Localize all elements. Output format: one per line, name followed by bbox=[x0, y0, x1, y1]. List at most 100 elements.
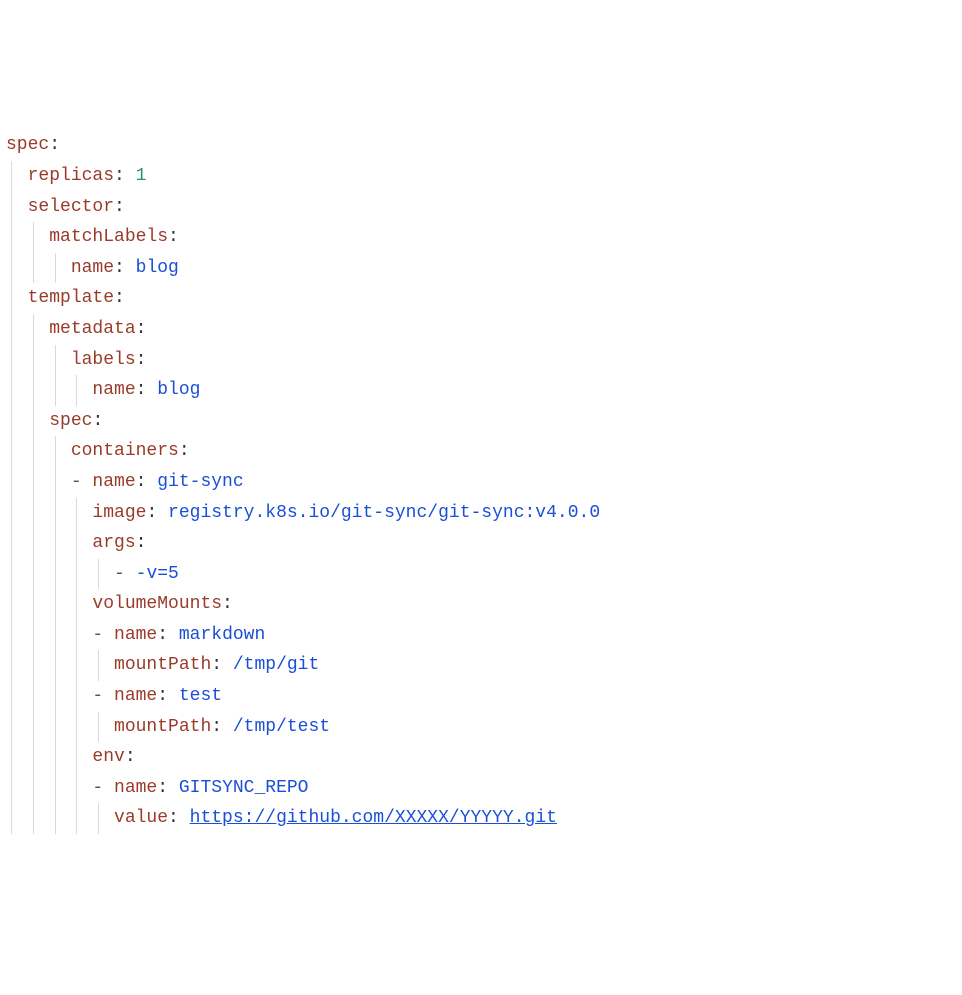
token: : bbox=[136, 533, 147, 553]
token: : bbox=[168, 227, 179, 247]
token: : bbox=[136, 319, 147, 339]
indent bbox=[6, 345, 71, 376]
indent-guide bbox=[33, 528, 34, 559]
indent-guide bbox=[76, 742, 77, 773]
indent-guide bbox=[55, 498, 56, 529]
indent-guide bbox=[11, 375, 12, 406]
indent-guide bbox=[11, 620, 12, 651]
token: - bbox=[71, 472, 93, 492]
token: : bbox=[157, 625, 179, 645]
token: : bbox=[157, 778, 179, 798]
token: - bbox=[92, 686, 114, 706]
token: : bbox=[157, 686, 179, 706]
token: : bbox=[222, 594, 233, 614]
indent-guide bbox=[55, 773, 56, 804]
token: selector bbox=[28, 197, 114, 217]
indent bbox=[6, 375, 92, 406]
indent-guide bbox=[98, 803, 99, 834]
code-line: matchLabels: bbox=[6, 222, 956, 253]
indent-guide bbox=[33, 467, 34, 498]
indent bbox=[6, 436, 71, 467]
token: mountPath bbox=[114, 655, 211, 675]
indent bbox=[6, 559, 114, 590]
indent bbox=[6, 773, 92, 804]
indent-guide bbox=[11, 192, 12, 223]
token: : bbox=[114, 288, 125, 308]
indent-guide bbox=[33, 559, 34, 590]
code-line: name: blog bbox=[6, 375, 956, 406]
indent-guide bbox=[11, 161, 12, 192]
token: : bbox=[136, 350, 147, 370]
token: name bbox=[114, 686, 157, 706]
indent-guide bbox=[76, 681, 77, 712]
code-line: mountPath: /tmp/git bbox=[6, 650, 956, 681]
token: : bbox=[49, 135, 60, 155]
code-line: - name: markdown bbox=[6, 620, 956, 651]
token: : bbox=[211, 717, 233, 737]
indent-guide bbox=[76, 375, 77, 406]
token: name bbox=[114, 625, 157, 645]
token: name bbox=[114, 778, 157, 798]
indent-guide bbox=[11, 528, 12, 559]
code-line: spec: bbox=[6, 406, 956, 437]
token: : bbox=[136, 472, 158, 492]
indent-guide bbox=[11, 222, 12, 253]
code-line: labels: bbox=[6, 345, 956, 376]
indent-guide bbox=[33, 742, 34, 773]
indent-guide bbox=[76, 528, 77, 559]
code-line: value: https://github.com/XXXXX/YYYYY.gi… bbox=[6, 803, 956, 834]
code-line: image: registry.k8s.io/git-sync/git-sync… bbox=[6, 498, 956, 529]
token: - bbox=[114, 564, 136, 584]
indent-guide bbox=[33, 436, 34, 467]
indent bbox=[6, 161, 28, 192]
indent bbox=[6, 192, 28, 223]
indent-guide bbox=[11, 803, 12, 834]
indent-guide bbox=[33, 681, 34, 712]
indent-guide bbox=[55, 467, 56, 498]
token: name bbox=[92, 380, 135, 400]
indent-guide bbox=[11, 559, 12, 590]
indent-guide bbox=[76, 589, 77, 620]
code-line: - name: test bbox=[6, 681, 956, 712]
indent-guide bbox=[33, 345, 34, 376]
token: : bbox=[114, 166, 136, 186]
yaml-code-block: spec: replicas: 1 selector: matchLabels:… bbox=[6, 130, 956, 834]
indent-guide bbox=[55, 559, 56, 590]
token: : bbox=[168, 808, 190, 828]
code-line: args: bbox=[6, 528, 956, 559]
token: : bbox=[211, 655, 233, 675]
code-line: metadata: bbox=[6, 314, 956, 345]
indent-guide bbox=[11, 742, 12, 773]
token: value bbox=[114, 808, 168, 828]
code-line: replicas: 1 bbox=[6, 161, 956, 192]
indent-guide bbox=[55, 650, 56, 681]
indent-guide bbox=[33, 773, 34, 804]
token: metadata bbox=[49, 319, 135, 339]
indent-guide bbox=[33, 589, 34, 620]
indent-guide bbox=[11, 773, 12, 804]
indent-guide bbox=[55, 375, 56, 406]
token: - bbox=[92, 625, 114, 645]
code-line: selector: bbox=[6, 192, 956, 223]
indent-guide bbox=[55, 253, 56, 284]
token: image bbox=[92, 503, 146, 523]
indent-guide bbox=[55, 681, 56, 712]
indent bbox=[6, 222, 49, 253]
token: 1 bbox=[136, 166, 147, 186]
code-line: name: blog bbox=[6, 253, 956, 284]
code-line: env: bbox=[6, 742, 956, 773]
token: containers bbox=[71, 441, 179, 461]
code-line: volumeMounts: bbox=[6, 589, 956, 620]
code-line: - name: GITSYNC_REPO bbox=[6, 773, 956, 804]
token: spec bbox=[49, 411, 92, 431]
indent-guide bbox=[33, 650, 34, 681]
token: registry.k8s.io/git-sync/git-sync:v4.0.0 bbox=[168, 503, 600, 523]
indent bbox=[6, 528, 92, 559]
indent-guide bbox=[11, 467, 12, 498]
indent bbox=[6, 681, 92, 712]
token: git-sync bbox=[157, 472, 243, 492]
indent bbox=[6, 467, 71, 498]
token: /tmp/test bbox=[233, 717, 330, 737]
token: https://github.com/XXXXX/YYYYY.git bbox=[190, 808, 557, 828]
indent-guide bbox=[55, 345, 56, 376]
